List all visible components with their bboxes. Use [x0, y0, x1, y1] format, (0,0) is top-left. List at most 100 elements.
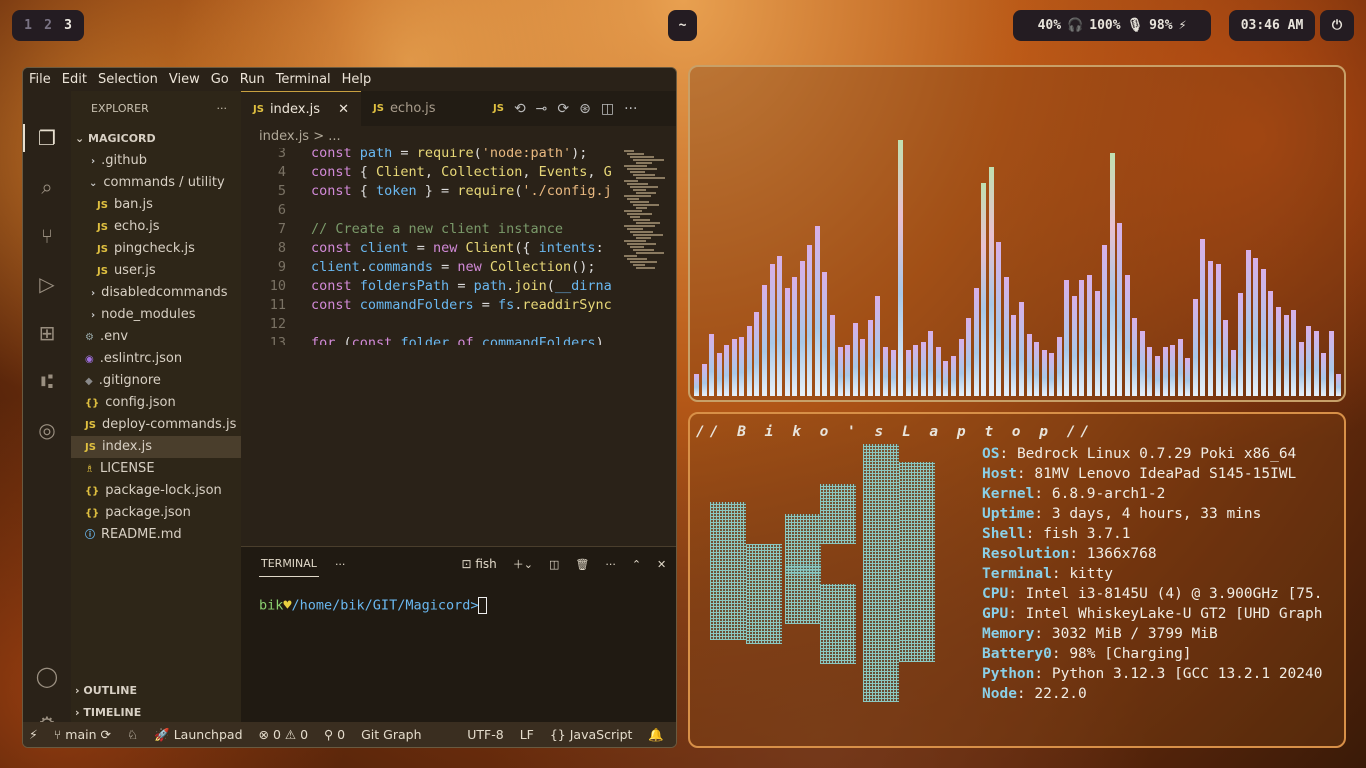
- tree-item-disabledcommands[interactable]: › disabledcommands: [91, 282, 228, 304]
- visualizer-bar: [701, 363, 707, 396]
- info-value: Python 3.12.3 [GCC 13.2.1 20240: [1051, 666, 1323, 682]
- tree-item-pingcheck-js[interactable]: JS pingcheck.js: [97, 238, 195, 260]
- go-forward-icon[interactable]: ⟳: [557, 101, 569, 117]
- problems-indicator[interactable]: ⊗ 0 ⚠ 0: [259, 727, 309, 742]
- workspace-3[interactable]: 3: [64, 18, 72, 33]
- split-terminal-icon[interactable]: ◫: [549, 558, 559, 571]
- system-info-window: // B i k o ' s L a p t o p // OS: Bedroc…: [688, 412, 1346, 748]
- tree-item-package-lock-json[interactable]: {} package-lock.json: [85, 480, 222, 502]
- git-commit-icon[interactable]: ⊛: [579, 101, 591, 117]
- menu-run[interactable]: Run: [240, 72, 265, 87]
- tree-item--github[interactable]: › .github: [91, 150, 147, 172]
- tree-item-ban-js[interactable]: JS ban.js: [97, 194, 153, 216]
- branch-indicator[interactable]: ⑂ main ⟳: [54, 727, 111, 742]
- ports-indicator[interactable]: ⚲ 0: [324, 727, 345, 742]
- breadcrumb[interactable]: index.js > ...: [241, 126, 676, 148]
- headphones-icon: 🎧: [1067, 18, 1084, 33]
- encoding-indicator[interactable]: UTF-8: [467, 727, 503, 742]
- language-indicator[interactable]: {} JavaScript: [550, 727, 633, 742]
- clock[interactable]: 03:46 AM: [1229, 10, 1315, 41]
- new-terminal-icon[interactable]: ＋⌄: [513, 556, 533, 572]
- menu-go[interactable]: Go: [211, 72, 229, 87]
- timeline-section[interactable]: › TIMELINE: [71, 702, 241, 724]
- git-graph-button[interactable]: Git Graph: [361, 727, 421, 742]
- tree-item--env[interactable]: ⚙ .env: [85, 326, 128, 348]
- git-graph-icon[interactable]: ⑆: [35, 369, 59, 393]
- minimap-line: [636, 222, 660, 224]
- tree-item--eslintrc-json[interactable]: ◉ .eslintrc.json: [85, 348, 182, 370]
- editor-tabs: JS index.js ✕ JS echo.js JS ⟲ ⊸ ⟳ ⊛ ◫ ···: [241, 91, 676, 126]
- visualizer-bar: [898, 139, 904, 396]
- menu-help[interactable]: Help: [342, 72, 372, 87]
- line-number: 6: [277, 202, 286, 218]
- explorer-icon[interactable]: ❐: [35, 126, 59, 150]
- tree-item-deploy-commands-js[interactable]: JS deploy-commands.js: [85, 414, 236, 436]
- terminal-prompt[interactable]: bik♥/home/bik/GIT/Magicord>: [259, 597, 488, 614]
- more-actions-icon[interactable]: ···: [605, 558, 616, 571]
- visualizer-bar: [935, 347, 941, 396]
- menu-view[interactable]: View: [169, 72, 200, 87]
- outline-section[interactable]: › OUTLINE: [71, 680, 241, 702]
- tree-item-echo-js[interactable]: JS echo.js: [97, 216, 160, 238]
- go-back-icon[interactable]: ⟲: [514, 101, 526, 117]
- source-control-icon[interactable]: ⑂: [35, 224, 59, 248]
- tree-item-package-json[interactable]: {} package.json: [85, 502, 191, 524]
- remote-icon[interactable]: ⚡: [29, 727, 38, 742]
- info-value: 81MV Lenovo IdeaPad S145-15IWL: [1034, 466, 1297, 482]
- tree-item-license[interactable]: ♗ LICENSE: [85, 458, 155, 480]
- js-file-icon: JS: [493, 103, 504, 114]
- split-editor-icon[interactable]: ◫: [601, 101, 614, 117]
- more-actions-icon[interactable]: ···: [217, 102, 228, 115]
- tree-item-user-js[interactable]: JS user.js: [97, 260, 156, 282]
- minimap[interactable]: [620, 148, 665, 345]
- tree-item-node-modules[interactable]: › node_modules: [91, 304, 196, 326]
- code-line: 8 const client = new Client({ intents:: [241, 239, 620, 258]
- info-separator: :: [1051, 566, 1070, 582]
- timeline-icon[interactable]: ⊸: [536, 101, 548, 117]
- tree-item-commands-utility[interactable]: ⌄ commands / utility: [89, 172, 225, 194]
- folder-root[interactable]: ⌄ MAGICORD: [75, 128, 156, 150]
- tab-terminal[interactable]: TERMINAL: [259, 551, 319, 577]
- extensions-icon[interactable]: ⊞: [35, 321, 59, 345]
- home-button[interactable]: ~: [668, 10, 697, 41]
- more-actions-icon[interactable]: ···: [624, 101, 637, 117]
- trash-icon[interactable]: 🗑: [575, 558, 589, 571]
- tree-item-label: disabledcommands: [101, 285, 228, 300]
- workspace-2[interactable]: 2: [44, 18, 52, 33]
- close-panel-icon[interactable]: ✕: [657, 558, 666, 571]
- visualizer-bar: [1102, 244, 1108, 396]
- menu-edit[interactable]: Edit: [62, 72, 87, 87]
- volume-value[interactable]: 40%: [1038, 18, 1061, 33]
- launchpad-button[interactable]: 🚀 Launchpad: [154, 727, 242, 743]
- tab-echo-js[interactable]: JS echo.js: [361, 91, 481, 126]
- notifications-bell-icon[interactable]: 🔔: [648, 727, 664, 743]
- line-number: 7: [277, 221, 286, 237]
- info-key: Node: [982, 686, 1017, 702]
- tree-item-config-json[interactable]: {} config.json: [85, 392, 176, 414]
- remote-explorer-icon[interactable]: ◎: [35, 418, 59, 442]
- run-debug-icon[interactable]: ▷: [35, 272, 59, 296]
- maximize-panel-icon[interactable]: ⌃: [632, 558, 641, 571]
- close-icon[interactable]: ✕: [338, 102, 349, 117]
- mic-value[interactable]: 100%: [1089, 18, 1120, 33]
- terminal-panel: TERMINAL ··· ⊡ fish ＋⌄ ◫ 🗑 ··· ⌃ ✕ bik♥/…: [241, 546, 676, 724]
- tree-item--gitignore[interactable]: ◆ .gitignore: [85, 370, 161, 392]
- workspace-1[interactable]: 1: [24, 18, 32, 33]
- info-row-uptime: Uptime: 3 days, 4 hours, 33 mins: [982, 504, 1322, 524]
- tree-item-index-js[interactable]: JS index.js: [71, 436, 241, 458]
- eol-indicator[interactable]: LF: [520, 727, 534, 742]
- menu-file[interactable]: File: [29, 72, 51, 87]
- tree-item-readme-md[interactable]: ⓘ README.md: [85, 524, 182, 546]
- account-icon[interactable]: ◯: [35, 664, 59, 688]
- timeline-label: TIMELINE: [83, 706, 142, 719]
- terminal-shell-selector[interactable]: ⊡ fish: [461, 557, 496, 571]
- menu-terminal[interactable]: Terminal: [276, 72, 331, 87]
- menu-selection[interactable]: Selection: [98, 72, 158, 87]
- git-status-icon[interactable]: ♘: [127, 727, 138, 742]
- power-menu-icon[interactable]: ⏻: [1320, 10, 1354, 41]
- more-actions-icon[interactable]: ···: [335, 558, 346, 571]
- minimap-line: [636, 162, 652, 164]
- code-editor[interactable]: 3 const path = require('node:path'); 4 cons…: [241, 148, 620, 345]
- search-icon[interactable]: ⌕: [35, 175, 59, 199]
- tab-index-js[interactable]: JS index.js ✕: [241, 91, 361, 126]
